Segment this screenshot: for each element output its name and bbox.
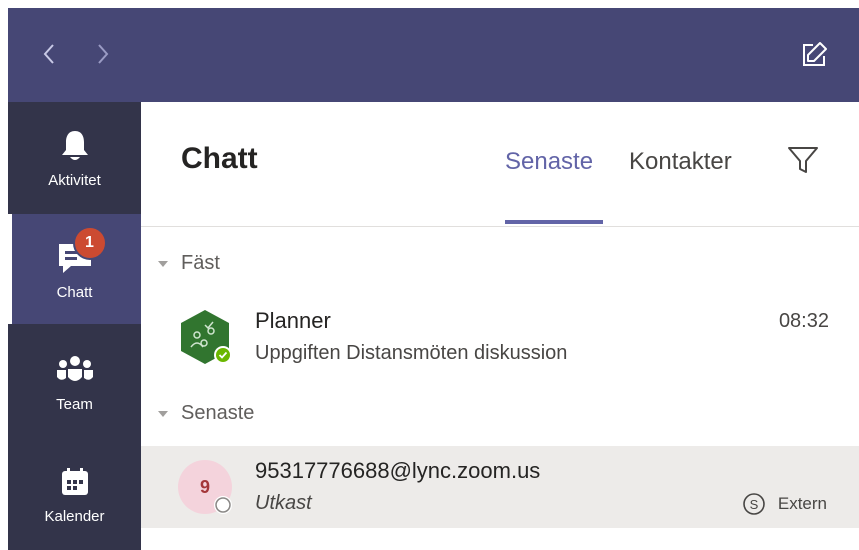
chat-timestamp: 08:32 xyxy=(778,310,829,332)
section-header-recent[interactable]: Senaste xyxy=(155,402,254,425)
rail-item-chat[interactable]: 1 Chatt xyxy=(8,214,141,324)
calendar-icon xyxy=(61,468,88,495)
teams-window: Aktivitet 1 Chatt Team Kalender Chatt Se… xyxy=(8,8,859,550)
chat-preview: Uppgiften Distansmöten diskussion xyxy=(255,342,568,364)
caret-down-icon xyxy=(155,256,171,272)
skype-icon: S xyxy=(743,493,765,515)
section-header-pinned[interactable]: Fäst xyxy=(155,252,220,275)
external-label: Extern xyxy=(777,494,827,513)
rail-icon-wrap xyxy=(53,126,97,166)
back-button[interactable] xyxy=(34,36,64,72)
bell-icon xyxy=(61,131,88,160)
rail-icon-wrap xyxy=(53,462,97,502)
chat-preview: Utkast xyxy=(255,492,312,514)
team-icon xyxy=(56,356,93,381)
forward-button[interactable] xyxy=(88,36,118,72)
section-label: Senaste xyxy=(181,402,255,424)
compose-icon xyxy=(803,42,827,66)
chat-name: 95317776688@lync.zoom.us xyxy=(255,458,541,483)
active-tab-indicator xyxy=(505,220,603,224)
chat-name: Planner xyxy=(255,308,331,333)
avatar xyxy=(177,309,233,365)
avatar: 9 xyxy=(177,459,233,515)
rail-item-label: Aktivitet xyxy=(48,172,101,189)
rail-item-label: Chatt xyxy=(56,284,93,301)
rail-item-label: Team xyxy=(56,396,93,413)
external-tag: S Extern xyxy=(742,492,827,516)
app-bar: Aktivitet 1 Chatt Team Kalender xyxy=(8,102,141,550)
title-bar xyxy=(8,8,859,102)
chat-list-item[interactable]: 9 95317776688@lync.zoom.us Utkast S Exte… xyxy=(141,446,859,528)
chevron-right-icon xyxy=(98,44,109,64)
new-chat-button[interactable] xyxy=(797,38,831,72)
unread-badge: 1 xyxy=(72,226,107,260)
caret-down-icon xyxy=(155,406,171,422)
page-title: Chatt xyxy=(181,142,258,175)
chat-header: Chatt Senaste Kontakter xyxy=(141,102,859,227)
planner-icon xyxy=(181,310,232,364)
tab-kontakter[interactable]: Kontakter xyxy=(629,148,732,176)
rail-icon-wrap xyxy=(53,350,97,390)
chevron-left-icon xyxy=(43,44,54,64)
rail-item-label: Kalender xyxy=(44,508,105,525)
chat-list-item[interactable]: Planner 08:32 Uppgiften Distansmöten dis… xyxy=(141,296,859,378)
section-label: Fäst xyxy=(181,252,220,274)
rail-item-team[interactable]: Team xyxy=(8,326,141,436)
rail-item-activity[interactable]: Aktivitet xyxy=(8,102,141,212)
filter-icon xyxy=(788,147,818,173)
avatar-initial: 9 xyxy=(199,476,210,497)
rail-icon-wrap: 1 xyxy=(53,226,107,278)
rail-item-calendar[interactable]: Kalender xyxy=(8,438,141,548)
svg-text:S: S xyxy=(750,497,759,512)
tab-senaste[interactable]: Senaste xyxy=(505,148,593,176)
filter-button[interactable] xyxy=(785,142,821,178)
chat-list-pane: Chatt Senaste Kontakter Fäst Planner 08:… xyxy=(141,102,859,550)
